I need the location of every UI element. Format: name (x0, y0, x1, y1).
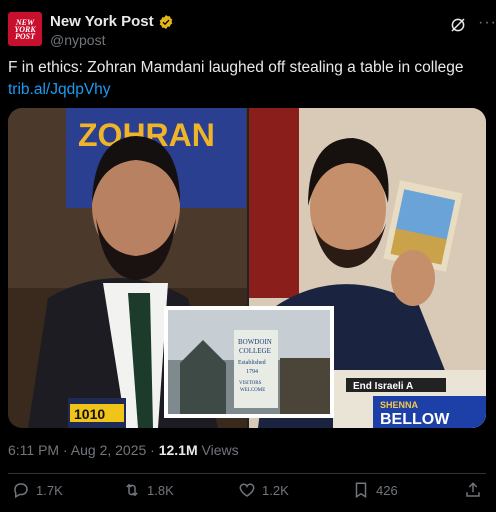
tweet-time[interactable]: 6:11 PM · Aug 2, 2025 · (8, 442, 159, 458)
tweet-body: F in ethics: Zohran Mamdani laughed off … (8, 59, 464, 76)
verified-badge-icon[interactable] (158, 14, 174, 30)
more-options-icon[interactable]: ··· (478, 14, 496, 32)
tweet-text: F in ethics: Zohran Mamdani laughed off … (8, 57, 486, 101)
college-sign-line-4: 1794 (246, 369, 258, 375)
repost-count: 1.8K (147, 482, 174, 498)
logo-line: POST (15, 31, 35, 41)
views-count: 12.1M (158, 442, 198, 458)
bookmark-button[interactable]: 426 (352, 481, 398, 499)
share-icon (466, 482, 480, 497)
inset-trees (280, 358, 330, 414)
college-sign-line-5: VISITORS (239, 381, 262, 386)
reply-button[interactable]: 1.7K (12, 481, 63, 499)
red-curtain (249, 108, 299, 298)
reply-icon (14, 483, 28, 499)
college-sign-line-6: WELCOME (240, 388, 265, 393)
repost-button[interactable]: 1.8K (123, 481, 174, 499)
table-sign-3-text: BELLOW (380, 411, 450, 428)
share-button[interactable] (464, 481, 482, 499)
bookmark-icon (355, 482, 367, 499)
views-label: Views (197, 442, 239, 458)
like-count: 1.2K (262, 482, 289, 498)
college-sign-line-2: COLLEGE (239, 347, 271, 355)
heart-icon (239, 483, 255, 497)
repost-icon (126, 483, 138, 497)
table-sign-2-text: SHENNA (380, 400, 419, 410)
bookmark-count: 426 (376, 482, 398, 498)
tweet-meta: 6:11 PM · Aug 2, 2025 · 12.1M Views (8, 442, 239, 458)
reply-count: 1.7K (36, 482, 63, 498)
action-bar: 1.7K 1.8K 1.2K 426 (8, 481, 486, 505)
tweet-header: NEW YORK POST New York Post @nypost ··· (8, 8, 496, 48)
table-sign-1-text: End Israeli A (353, 381, 413, 392)
grok-icon[interactable] (449, 16, 467, 34)
divider (8, 473, 486, 474)
account-handle[interactable]: @nypost (50, 32, 105, 48)
college-sign-line-1: BOWDOIN (238, 338, 272, 346)
mic-flag-text: 1010 (74, 406, 105, 422)
media-photo-collage: ZOHRAN 1010 End Israeli A SHENNA BELLOW (8, 108, 486, 428)
hand-right (391, 250, 435, 306)
tweet-media[interactable]: ZOHRAN 1010 End Israeli A SHENNA BELLOW (8, 108, 486, 428)
like-button[interactable]: 1.2K (238, 481, 289, 499)
college-sign-line-3: Established (238, 360, 266, 366)
tweet-link[interactable]: trib.al/JqdpVhy (8, 81, 111, 98)
account-name[interactable]: New York Post (50, 13, 154, 30)
avatar[interactable]: NEW YORK POST (8, 12, 42, 46)
